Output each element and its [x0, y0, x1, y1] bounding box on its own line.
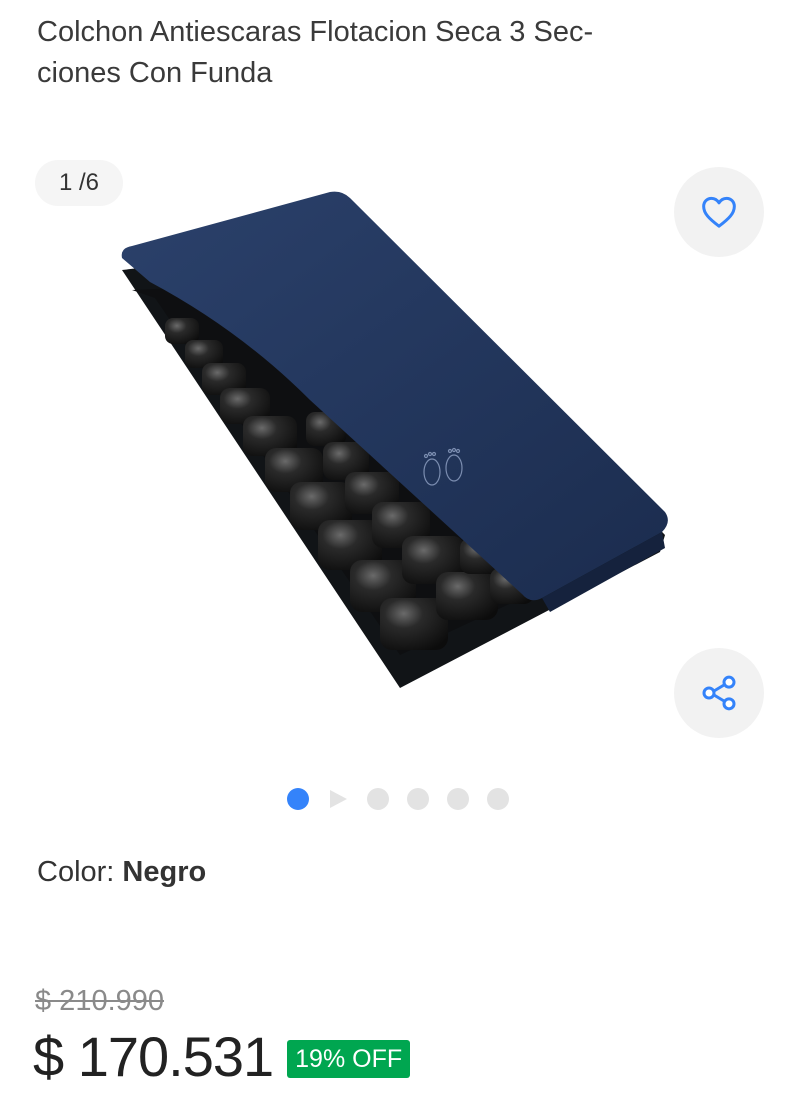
gallery-dot-6[interactable] — [487, 788, 509, 810]
color-value: Negro — [122, 856, 207, 888]
color-label: Color: — [37, 856, 123, 888]
gallery-video-dot[interactable] — [327, 788, 349, 810]
current-price: $ 170.531 — [33, 1025, 274, 1088]
gallery-dot-5[interactable] — [447, 788, 469, 810]
play-icon — [330, 790, 347, 808]
price-row: $ 170.531 19% OFF — [33, 1022, 411, 1092]
gallery-dot-1[interactable] — [287, 788, 309, 810]
discount-badge: 19% OFF — [287, 1040, 411, 1078]
color-selector: Color: Negro — [37, 852, 206, 892]
product-image[interactable] — [110, 180, 680, 700]
gallery-dot-3[interactable] — [367, 788, 389, 810]
original-price: $ 210.990 — [35, 985, 165, 1017]
share-icon — [702, 675, 736, 711]
heart-icon — [702, 196, 736, 228]
product-title: Colchon Antiescaras Flotacion Seca 3 Sec… — [37, 12, 737, 94]
product-title-line-1: Colchon Antiescaras Flotacion Seca 3 Sec… — [37, 16, 594, 48]
gallery-dot-4[interactable] — [407, 788, 429, 810]
gallery-pagination — [287, 786, 509, 812]
favorite-button[interactable] — [674, 167, 764, 257]
product-title-line-2: ciones Con Funda — [37, 57, 273, 89]
share-button[interactable] — [674, 648, 764, 738]
mattress-image — [121, 191, 668, 688]
